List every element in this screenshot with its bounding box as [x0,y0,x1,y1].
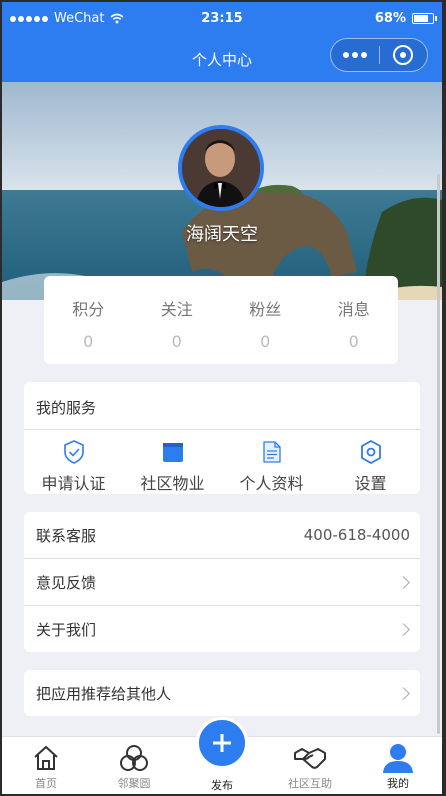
about-us-row[interactable]: 关于我们 [24,606,420,652]
contact-support-row[interactable]: 联系客服 400-618-4000 [24,512,420,559]
hex-gear-icon [360,440,381,464]
services-title: 我的服务 [24,382,420,430]
handshake-icon [294,748,326,769]
service-profile[interactable]: 个人资料 [222,430,321,494]
close-ring-icon [393,45,414,65]
tab-label: 邻聚圆 [117,777,151,790]
tab-community-help[interactable]: 社区互助 [266,737,354,794]
tab-label: 首页 [35,777,57,790]
close-miniprogram-button[interactable] [380,45,427,65]
row-label: 联系客服 [36,526,97,545]
services-grid: 申请认证 社区物业 个人资料 设置 [24,430,420,494]
more-menu-button[interactable] [331,52,379,58]
tab-label: 社区互助 [288,777,332,790]
service-property[interactable]: 社区物业 [123,430,222,494]
chevron-right-icon [397,623,410,636]
tab-home[interactable]: 首页 [2,737,90,794]
plus-icon [213,734,231,752]
miniprogram-capsule [330,38,428,72]
circles-icon [120,745,148,771]
stat-points[interactable]: 积分 0 [44,276,133,364]
document-icon [262,441,281,463]
service-apply-certification[interactable]: 申请认证 [24,430,123,494]
chevron-right-icon [397,575,410,589]
phone-screen: WeChat 23:15 68% 个人中心 海阔天空 积分 0 关注 0 粉丝 … [2,2,442,794]
username: 海阔天空 [186,224,258,245]
home-icon [34,745,58,770]
share-app-row[interactable]: 把应用推荐给其他人 [24,670,420,716]
stat-value: 0 [260,332,271,351]
stat-messages[interactable]: 消息 0 [310,276,399,364]
service-label: 社区物业 [140,474,205,493]
share-app-card: 把应用推荐给其他人 [24,670,420,716]
user-icon [383,744,413,773]
profile-banner: 海阔天空 [2,82,442,300]
stat-label: 积分 [72,300,105,319]
stat-following[interactable]: 关注 0 [133,276,222,364]
row-label: 意见反馈 [36,573,97,592]
tab-bar: 首页 邻聚圆 发布 社区互助 我的 [2,717,442,794]
service-settings[interactable]: 设置 [321,430,420,494]
avatar-photo [182,129,260,207]
stat-label: 粉丝 [249,300,282,319]
battery-icon [412,13,437,24]
links-card: 联系客服 400-618-4000 意见反馈 关于我们 [24,512,420,652]
service-label: 申请认证 [41,474,106,493]
service-label: 设置 [354,474,387,493]
stat-value: 0 [348,332,359,351]
stat-value: 0 [83,332,94,351]
tab-mine[interactable]: 我的 [354,737,442,794]
tab-neighborhood-circle[interactable]: 邻聚圆 [90,737,178,794]
service-label: 个人资料 [239,474,304,493]
stat-label: 消息 [337,300,370,319]
folder-icon [162,443,183,462]
stat-label: 关注 [160,300,193,319]
tab-publish[interactable]: 发布 [178,717,266,794]
feedback-row[interactable]: 意见反馈 [24,559,420,606]
stats-card: 积分 0 关注 0 粉丝 0 消息 0 [44,276,398,364]
nav-bar: 个人中心 [2,36,442,82]
chevron-right-icon [397,687,410,700]
row-label: 关于我们 [36,621,97,639]
shield-check-icon [63,440,84,464]
stat-followers[interactable]: 粉丝 0 [221,276,310,364]
stat-value: 0 [171,332,182,351]
avatar[interactable] [178,125,264,211]
support-phone[interactable]: 400-618-4000 [304,526,410,544]
scrollbar[interactable] [437,174,440,734]
row-label: 把应用推荐给其他人 [36,685,172,703]
my-services-card: 我的服务 申请认证 社区物业 个人资料 设置 [24,382,420,494]
publish-button[interactable] [196,717,248,769]
tab-label: 发布 [211,779,233,792]
battery-percent: 68% [374,11,406,26]
status-bar: WeChat 23:15 68% [2,2,442,36]
tab-label: 我的 [387,777,409,790]
